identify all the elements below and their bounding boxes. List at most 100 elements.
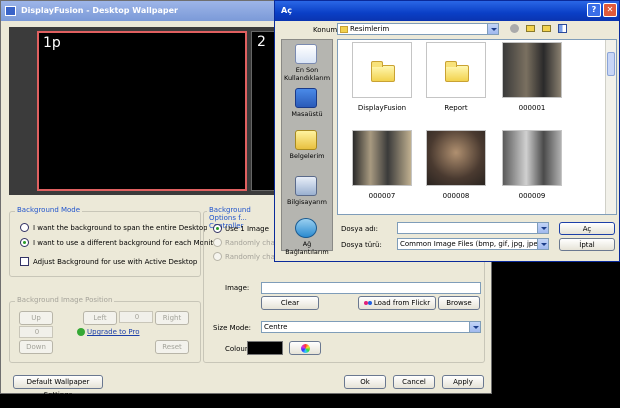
place-recent-label: En Son Kullandıklarım — [284, 66, 331, 82]
close-icon: ✕ — [606, 5, 614, 14]
size-mode-label: Size Mode: — [213, 324, 252, 332]
item-thumb — [426, 42, 486, 98]
location-select[interactable]: Resimlerim — [337, 23, 499, 35]
image-path-input[interactable] — [261, 282, 481, 294]
ok-button[interactable]: Ok — [344, 375, 386, 389]
item-thumb — [352, 42, 412, 98]
place-computer[interactable]: Bilgisayarım — [282, 174, 332, 210]
file-item-label: 000001 — [518, 104, 546, 112]
default-wallpaper-settings-button[interactable]: Default Wallpaper Settings — [13, 375, 103, 399]
position-value-2: 0 — [119, 311, 153, 323]
folder-icon — [340, 26, 348, 33]
file-item-label: DisplayFusion — [357, 104, 407, 112]
help-button[interactable]: ? — [587, 3, 601, 17]
file-item-displayfusion[interactable]: DisplayFusion — [346, 42, 418, 116]
random-change-radio-1[interactable] — [213, 238, 222, 247]
colour-picker-button[interactable] — [289, 341, 321, 355]
file-item-000007[interactable]: 000007 — [346, 130, 418, 204]
file-item-report[interactable]: Report — [420, 42, 492, 116]
file-item-label: 000008 — [442, 192, 470, 200]
my-computer-icon — [295, 176, 317, 196]
dialog-title: Aç — [281, 6, 292, 15]
monitor-2-label: 2 — [257, 34, 266, 50]
photo-thumbnail — [426, 130, 486, 186]
place-documents-label: Belgelerim — [289, 152, 325, 160]
down-button[interactable]: Down — [19, 340, 53, 354]
filetype-select[interactable]: Common Image Files (bmp, gif, jpg, jpeg,… — [397, 238, 549, 250]
span-desktop-radio[interactable] — [20, 223, 29, 232]
vertical-scrollbar[interactable] — [605, 40, 616, 214]
reset-button[interactable]: Reset — [155, 340, 189, 354]
view-menu-icon[interactable] — [555, 21, 570, 36]
image-label: Image: — [225, 284, 250, 292]
file-item-000001[interactable]: 000001 — [496, 42, 568, 116]
filetype-label: Dosya türü: — [341, 241, 382, 249]
apply-button[interactable]: Apply — [442, 375, 484, 389]
recent-documents-icon — [295, 44, 317, 64]
folder-icon — [445, 61, 469, 82]
my-documents-icon — [295, 130, 317, 150]
folder-icon — [371, 61, 395, 82]
open-button[interactable]: Aç — [559, 222, 615, 235]
monitor-1-label: 1p — [43, 35, 61, 51]
active-desktop-label: Adjust Background for use with Active De… — [33, 258, 198, 266]
photo-thumbnail — [502, 130, 562, 186]
right-button[interactable]: Right — [155, 311, 189, 325]
place-documents[interactable]: Belgelerim — [282, 128, 332, 164]
flickr-icon-dot — [367, 301, 372, 305]
browse-button[interactable]: Browse — [438, 296, 480, 310]
places-bar: En Son Kullandıklarım Masaüstü Belgeleri… — [281, 39, 333, 256]
monitor-1[interactable]: 1p — [37, 31, 247, 191]
up-button[interactable]: Up — [19, 311, 53, 325]
dialog-title-bar[interactable]: Aç ? ✕ — [275, 1, 619, 21]
back-icon[interactable] — [507, 21, 522, 36]
image-position-title: Background Image Position — [15, 296, 115, 304]
filename-input[interactable] — [397, 222, 549, 234]
upgrade-icon — [77, 328, 85, 336]
colour-wheel-icon — [300, 344, 310, 353]
clear-button[interactable]: Clear — [261, 296, 319, 310]
place-recent[interactable]: En Son Kullandıklarım — [282, 42, 332, 84]
place-network[interactable]: Ağ Bağlantılarım — [282, 216, 332, 256]
cancel-button[interactable]: Cancel — [393, 375, 435, 389]
app-icon — [5, 6, 16, 16]
network-places-icon — [295, 218, 317, 238]
scroll-thumb[interactable] — [607, 52, 615, 76]
colour-swatch — [247, 341, 283, 355]
file-item-000008[interactable]: 000008 — [420, 130, 492, 204]
close-button[interactable]: ✕ — [603, 3, 617, 17]
use-one-image-radio[interactable] — [213, 224, 222, 233]
filetype-value: Common Image Files (bmp, gif, jpg, jpeg,… — [400, 240, 549, 248]
main-window-title: DisplayFusion - Desktop Wallpaper — [21, 6, 178, 15]
random-change-radio-2[interactable] — [213, 252, 222, 261]
load-from-flickr-button[interactable]: Load from Flickr — [358, 296, 436, 310]
size-mode-select[interactable]: Centre — [261, 321, 481, 333]
file-item-label: 000007 — [368, 192, 396, 200]
dialog-cancel-button[interactable]: İptal — [559, 238, 615, 251]
different-background-radio[interactable] — [20, 238, 29, 247]
place-computer-label: Bilgisayarım — [286, 198, 327, 206]
active-desktop-checkbox[interactable] — [20, 257, 29, 266]
place-desktop-label: Masaüstü — [291, 110, 323, 118]
chevron-down-icon — [537, 239, 548, 249]
different-background-label: I want to use a different background for… — [33, 239, 221, 247]
use-one-image-label: Use 1 Image — [225, 225, 269, 233]
up-folder-icon[interactable] — [523, 21, 538, 36]
location-label: Konum: — [313, 26, 340, 34]
place-desktop[interactable]: Masaüstü — [282, 86, 332, 122]
upgrade-to-pro-link[interactable]: Upgrade to Pro — [87, 328, 140, 336]
new-folder-icon[interactable] — [539, 21, 554, 36]
chevron-down-icon — [487, 24, 498, 34]
help-icon: ? — [591, 5, 597, 14]
desktop-icon — [295, 88, 317, 108]
left-button[interactable]: Left — [83, 311, 117, 325]
file-item-000009[interactable]: 000009 — [496, 130, 568, 204]
load-from-flickr-label: Load from Flickr — [373, 299, 431, 307]
chevron-down-icon — [469, 322, 480, 332]
span-desktop-label: I want the background to span the entire… — [33, 224, 208, 232]
photo-thumbnail — [502, 42, 562, 98]
size-mode-value: Centre — [264, 323, 288, 331]
file-list-view[interactable]: DisplayFusion Report 000001 000007 00000… — [337, 39, 617, 215]
position-value-1: 0 — [19, 326, 53, 338]
chevron-down-icon — [537, 223, 548, 233]
